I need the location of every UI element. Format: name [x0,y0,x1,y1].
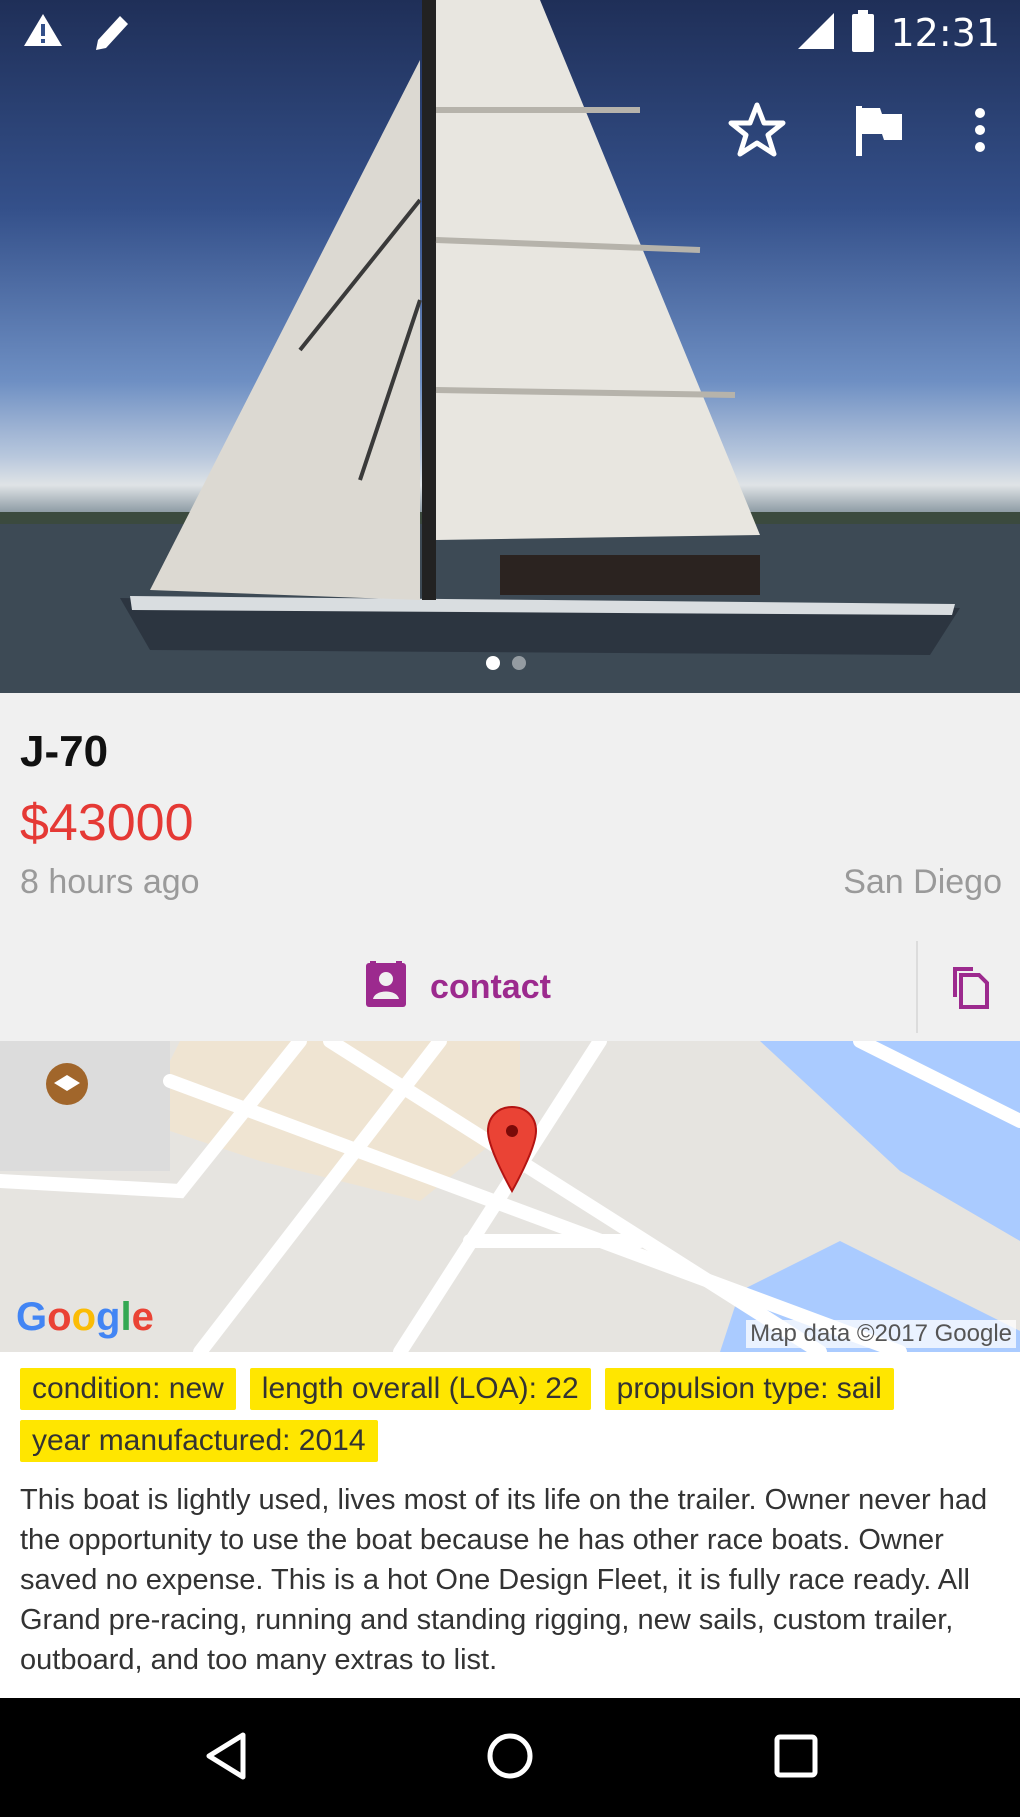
home-icon [485,1731,535,1785]
tag-length: length overall (LOA): 22 [249,1368,591,1410]
listing-price: $43000 [20,794,194,852]
tag-propulsion: propulsion type: sail [604,1368,894,1410]
listing-info: J-70 $43000 8 hours ago San Diego [0,693,1020,933]
star-icon [727,101,787,163]
more-vert-icon [973,106,987,158]
listing-photo[interactable]: 12:31 [0,0,1020,693]
contact-bar: contact [0,933,1020,1041]
tag-year: year manufactured: 2014 [20,1420,378,1462]
google-logo: Google [16,1295,154,1339]
edit-icon [90,10,134,54]
recents-button[interactable] [736,1718,856,1798]
recents-icon [773,1733,819,1783]
flag-icon [852,102,906,162]
contact-label: contact [430,967,551,1006]
back-button[interactable] [166,1718,286,1798]
tag-condition: condition: new [20,1368,236,1410]
home-button[interactable] [450,1718,570,1798]
signal-icon [796,11,836,55]
battery-icon [850,10,876,56]
listing-description: This boat is lightly used, lives most of… [20,1484,988,1676]
map-attribution: Map data ©2017 Google [746,1320,1016,1348]
posted-time: 8 hours ago [20,863,200,901]
attribute-tags: condition: new length overall (LOA): 22 … [20,1368,1010,1462]
location-map[interactable]: Google Map data ©2017 Google [0,1041,1020,1352]
toolbar-actions [696,96,1020,168]
listing-location: San Diego [843,863,1002,901]
page-dot [512,656,526,670]
page-dot-active [486,656,500,670]
contact-icon [364,961,408,1013]
gallery-indicator [486,656,526,670]
listing-title: J-70 [20,727,109,776]
listing-details: condition: new length overall (LOA): 22 … [0,1352,1020,1698]
report-button[interactable] [818,96,940,168]
system-nav-bar [0,1698,1020,1817]
favorite-button[interactable] [696,96,818,168]
more-options-button[interactable] [940,96,1020,168]
copy-button[interactable] [918,933,1020,1041]
status-bar: 12:31 [0,0,1020,64]
contact-button[interactable]: contact [0,933,915,1041]
status-time: 12:31 [890,11,1000,55]
back-icon [203,1731,249,1785]
warning-icon [22,12,64,52]
copy-icon [947,961,991,1013]
